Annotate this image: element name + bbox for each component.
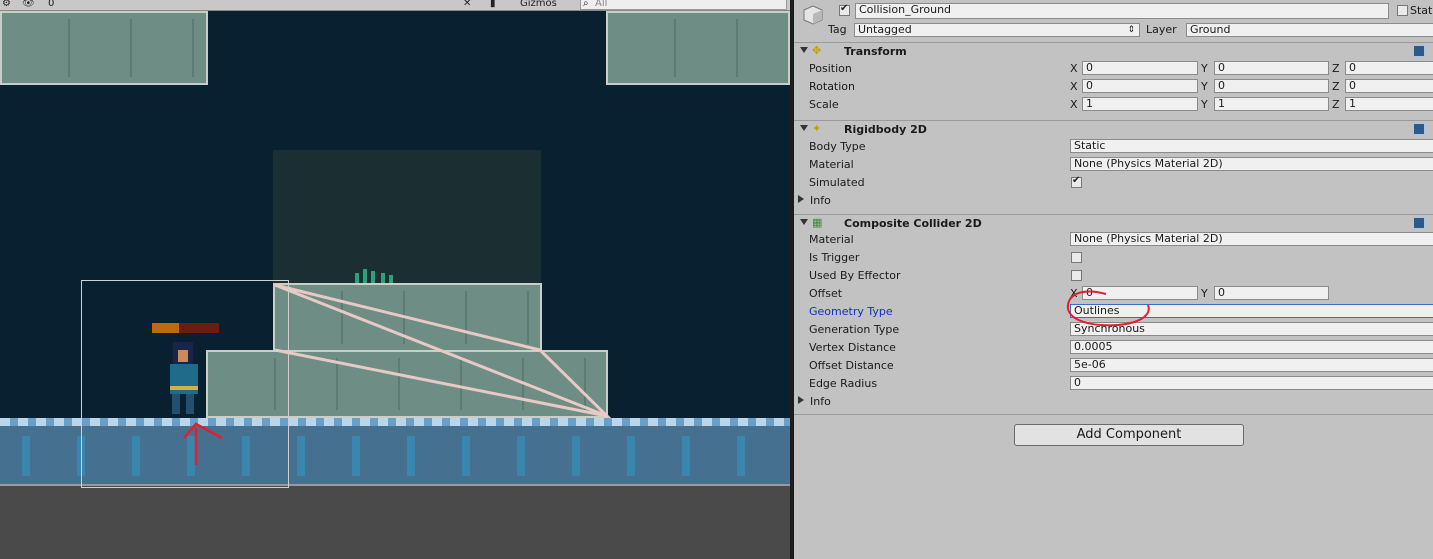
axis-y-label: Y	[1201, 62, 1208, 75]
health-bar	[152, 323, 219, 333]
rotation-z-field[interactable]: 0	[1345, 79, 1433, 93]
axis-y-label: Y	[1201, 98, 1208, 111]
material-label: Material	[809, 233, 854, 246]
help-icon[interactable]	[1413, 217, 1425, 229]
position-row: Position X 0 Y 0 Z 0	[794, 60, 1433, 78]
is-trigger-checkbox[interactable]	[1071, 252, 1082, 263]
transform-icon: ✥	[812, 44, 822, 57]
material-label: Material	[809, 158, 854, 171]
player-sprite[interactable]	[165, 340, 205, 416]
used-by-effector-checkbox[interactable]	[1071, 270, 1082, 281]
scene-view[interactable]: ⚙ 👁 0 ✕ ▮ Gizmos ⌕ All	[0, 0, 790, 559]
vertex-distance-label: Vertex Distance	[809, 341, 896, 354]
axis-z-label: Z	[1332, 80, 1340, 93]
inspector-panel: Collision_Ground Stat Tag Untagged Layer…	[794, 0, 1433, 559]
offset-y-field[interactable]: 0	[1214, 286, 1329, 300]
rb-info-row[interactable]: Info	[794, 192, 1433, 210]
object-name-field[interactable]: Collision_Ground	[855, 3, 1389, 19]
rigidbody-icon: ✦	[812, 122, 822, 135]
position-z-field[interactable]: 0	[1345, 61, 1433, 75]
fold-down-icon	[800, 219, 808, 225]
info-label: Info	[810, 395, 831, 408]
active-checkbox[interactable]	[839, 3, 850, 16]
fold-right-icon	[798, 195, 804, 203]
gameobject-icon	[802, 4, 824, 26]
simulated-label: Simulated	[809, 176, 865, 189]
annotation-circle	[1066, 290, 1150, 327]
simulated-checkbox[interactable]	[1071, 175, 1082, 188]
geometry-type-label: Geometry Type	[809, 305, 893, 318]
scale-label: Scale	[809, 98, 839, 111]
composite-title: Composite Collider 2D	[844, 217, 982, 230]
cc-material-row: Material None (Physics Material 2D)	[794, 231, 1433, 249]
static-checkbox[interactable]	[1397, 5, 1408, 16]
scale-y-field[interactable]: 1	[1214, 97, 1329, 111]
position-label: Position	[809, 62, 852, 75]
rb-material-field[interactable]: None (Physics Material 2D)	[1070, 157, 1433, 171]
add-component-button[interactable]: Add Component	[1014, 424, 1244, 446]
simulated-row: Simulated	[794, 174, 1433, 192]
rotation-row: Rotation X 0 Y 0 Z 0	[794, 78, 1433, 96]
scale-x-field[interactable]: 1	[1082, 97, 1198, 111]
axis-x-label: X	[1070, 80, 1078, 93]
layer-label: Layer	[1146, 23, 1177, 36]
scale-row: Scale X 1 Y 1 Z 1	[794, 96, 1433, 114]
help-icon[interactable]	[1413, 45, 1425, 57]
vertex-distance-field[interactable]: 0.0005	[1070, 340, 1433, 354]
is-trigger-row: Is Trigger	[794, 249, 1433, 267]
axis-z-label: Z	[1332, 62, 1340, 75]
offset-distance-label: Offset Distance	[809, 359, 894, 372]
used-by-effector-row: Used By Effector	[794, 267, 1433, 285]
cc-info-row[interactable]: Info	[794, 393, 1433, 411]
scale-z-field[interactable]: 1	[1345, 97, 1433, 111]
body-type-dropdown[interactable]: Static	[1070, 139, 1433, 153]
transform-title: Transform	[844, 45, 907, 58]
vertex-distance-row: Vertex Distance 0.0005	[794, 339, 1433, 357]
position-y-field[interactable]: 0	[1214, 61, 1329, 75]
annotation-arrow	[183, 422, 223, 465]
body-type-row: Body Type Static	[794, 138, 1433, 156]
rotation-label: Rotation	[809, 80, 856, 93]
static-label: Stat	[1410, 4, 1433, 17]
fold-down-icon	[800, 125, 808, 131]
rb-material-row: Material None (Physics Material 2D)	[794, 156, 1433, 174]
axis-z-label: Z	[1332, 98, 1340, 111]
axis-y-label: Y	[1201, 80, 1208, 93]
edge-radius-field[interactable]: 0	[1070, 376, 1433, 390]
edge-radius-row: Edge Radius 0	[794, 375, 1433, 393]
rotation-x-field[interactable]: 0	[1082, 79, 1198, 93]
edge-radius-label: Edge Radius	[809, 377, 878, 390]
fold-right-icon	[798, 396, 804, 404]
transform-header[interactable]: ✥ Transform	[794, 42, 1433, 61]
divider	[794, 414, 1433, 415]
offset-distance-field[interactable]: 5e-06	[1070, 358, 1433, 372]
position-x-field[interactable]: 0	[1082, 61, 1198, 75]
layer-dropdown[interactable]: Ground	[1186, 23, 1433, 37]
body-type-label: Body Type	[809, 140, 866, 153]
rigidbody-title: Rigidbody 2D	[844, 123, 927, 136]
rigidbody-header[interactable]: ✦ Rigidbody 2D	[794, 120, 1433, 139]
rotation-y-field[interactable]: 0	[1214, 79, 1329, 93]
fold-down-icon	[800, 47, 808, 53]
axis-y-label: Y	[1201, 287, 1208, 300]
used-by-effector-label: Used By Effector	[809, 269, 901, 282]
tag-dropdown[interactable]: Untagged	[854, 23, 1140, 37]
offset-distance-row: Offset Distance 5e-06	[794, 357, 1433, 375]
is-trigger-label: Is Trigger	[809, 251, 860, 264]
composite-icon: ▦	[812, 216, 823, 229]
axis-x-label: X	[1070, 98, 1078, 111]
help-icon[interactable]	[1413, 123, 1425, 135]
info-label: Info	[810, 194, 831, 207]
generation-type-label: Generation Type	[809, 323, 900, 336]
axis-x-label: X	[1070, 62, 1078, 75]
cc-material-field[interactable]: None (Physics Material 2D)	[1070, 232, 1433, 246]
offset-label: Offset	[809, 287, 843, 300]
tag-label: Tag	[828, 23, 847, 36]
